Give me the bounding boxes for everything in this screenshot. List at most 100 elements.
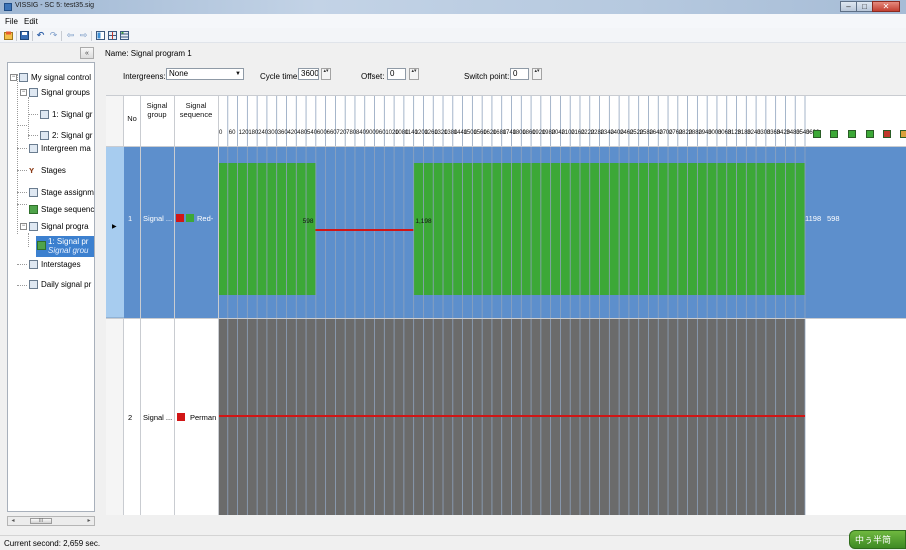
forward-icon[interactable]: ⇨ [79,31,88,40]
current-row-icon: ▶ [112,224,117,230]
stage-green-icon[interactable] [813,130,821,138]
ime-indicator[interactable]: 中ぅ半简 [849,530,906,549]
tree-item-label: Signal groups [41,88,90,97]
tree-item-label: 2: Signal gr [52,131,93,140]
expander-signal-programs[interactable]: − [20,223,27,230]
switch-time-label: 1,198 [415,218,432,225]
signal-group-icon [40,110,49,119]
red-state-icon [177,413,185,421]
save-icon[interactable] [20,31,29,40]
menu-file[interactable]: File [5,17,18,26]
tree-item-label: 1: Signal pr [48,237,89,246]
cycle-time-input[interactable]: 3600 [298,68,319,80]
minimize-button[interactable]: – [840,1,856,12]
toolbar: ↶ ↷ ⇦ ⇨ [0,28,906,43]
controller-icon [19,73,28,82]
expander-my-signal-control[interactable]: − [10,74,17,81]
chevron-down-icon: ▼ [235,71,241,77]
row-2-signal-sequence[interactable]: Perman [190,413,216,422]
switch-point-label: Switch point: [464,72,510,81]
current-second-status: Current second: 2,659 sec. [4,539,101,548]
app-icon [4,3,12,11]
tree-item-label: Intergreen ma [41,144,91,153]
column-header-signal-group[interactable]: Signal group [140,101,174,119]
signal-timing-grid: ▶ No Signal group Signal sequence 598 1,1… [106,95,906,515]
stage-sequence-icon [29,205,38,214]
offset-input[interactable]: 0 [387,68,406,80]
expander-signal-groups[interactable]: − [20,89,27,96]
tree-item-my-signal-control[interactable]: My signal control [19,72,91,83]
new-icon[interactable] [4,31,13,40]
green-state-icon [186,214,194,222]
header-line: group [147,110,167,119]
stage-green-icon[interactable] [830,130,838,138]
stage-assignment-icon [29,188,38,197]
daily-signal-program-icon [29,280,38,289]
row-2-no[interactable]: 2 [128,413,132,422]
close-button[interactable]: ✕ [872,1,900,12]
undo-icon[interactable]: ↶ [36,31,45,40]
tree-item-label: My signal control [31,73,92,82]
row-1-no[interactable]: 1 [128,214,132,223]
switch-point-stepper[interactable]: ▴▾ [532,68,542,80]
navigation-tree: − My signal control − Signal groups 1: S… [7,62,95,512]
collapse-panel-button[interactable]: « [80,47,94,59]
interstages-icon [29,260,38,269]
tree-item-label: Stage assignm [41,188,94,197]
selected-row-marker[interactable] [106,146,124,318]
offset-stepper[interactable]: ▴▾ [409,68,419,80]
tree-item-signal-groups[interactable]: Signal groups [29,87,90,98]
tree-item-stages[interactable]: ʏ Stages [29,165,66,176]
scroll-right-icon[interactable]: ▸ [84,517,94,525]
view-table-icon[interactable] [120,31,129,40]
scroll-left-icon[interactable]: ◂ [8,517,18,525]
menu-edit[interactable]: Edit [24,17,38,26]
tree-item-stage-assignment[interactable]: Stage assignm [29,187,94,198]
column-header-no[interactable]: No [124,114,140,123]
tick-label: 60 [229,130,236,136]
stage-mixed-icon[interactable] [883,130,891,138]
redo-icon[interactable]: ↷ [49,31,58,40]
timeline-chart[interactable]: 598 1,1980 60 120 180 240 300 360 420 480 540 600 66… [218,96,906,515]
stage-red-green-icon[interactable] [866,130,874,138]
stage-green-icon[interactable] [848,130,856,138]
intergreens-value: None [169,69,189,78]
tree-item-label: 1: Signal gr [52,110,93,119]
view-grid-icon[interactable] [96,31,105,40]
row-1-signal-sequence[interactable]: Red- [197,214,213,223]
tree-item-signal-programs[interactable]: Signal progra [29,221,89,232]
view-split-icon[interactable] [108,31,117,40]
row-1-signal-group[interactable]: Signal ... [143,214,172,223]
column-header-signal-sequence[interactable]: Signal sequence [174,101,218,119]
tree-item-intergreen-matrix[interactable]: Intergreen ma [29,143,91,154]
header-line: Signal [185,101,207,110]
tree-item-signal-group-1[interactable]: 1: Signal gr [40,109,92,120]
tree-item-stage-sequence[interactable]: Stage sequenc [29,204,94,215]
intergreens-dropdown[interactable]: None ▼ [166,68,244,80]
red-state-icon [176,214,184,222]
stages-icon: ʏ [29,165,35,175]
tree-horizontal-scrollbar[interactable]: ◂ III ▸ [7,516,95,526]
scroll-thumb[interactable]: III [30,518,52,524]
switch-point-input[interactable]: 0 [510,68,529,80]
tree-item-daily-signal-programs[interactable]: Daily signal pr [29,279,91,290]
back-icon[interactable]: ⇦ [66,31,75,40]
row-2-signal-group[interactable]: Signal ... [143,413,172,422]
cycle-time-stepper[interactable]: ▴▾ [321,68,331,80]
name-value: Signal program 1 [130,49,192,58]
stage-edit-icon[interactable] [900,130,906,138]
menu-bar: File Edit [0,14,906,28]
cycle-time-label: Cycle time: [260,72,300,81]
tree-item-signal-group-2[interactable]: 2: Signal gr [40,130,92,141]
header-line: sequence [179,110,213,119]
red-phase-line [315,229,414,231]
maximize-button[interactable]: □ [856,1,872,12]
row-1-value-1: 1198 [805,214,822,223]
tree-item-label: Stage sequenc [41,205,95,214]
tree-item-signal-program-1[interactable]: 1: Signal pr Signal grou [36,236,94,257]
signal-groups-icon [29,88,38,97]
title-bar: VISSIG - SC 5: test35.sig – □ ✕ [0,0,906,14]
row-selector-column: ▶ [106,96,124,515]
tree-item-interstages[interactable]: Interstages [29,259,81,270]
offset-label: Offset: [361,72,385,81]
